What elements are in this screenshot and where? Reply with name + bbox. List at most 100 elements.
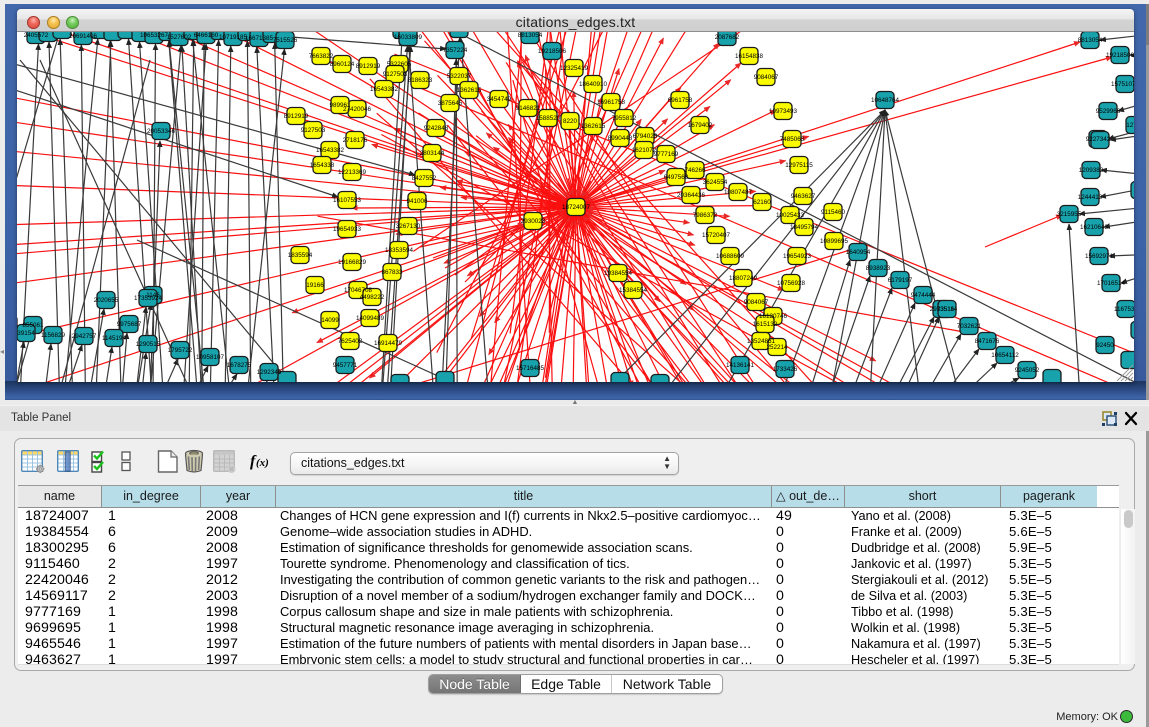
svg-text:20364436: 20364436	[677, 192, 706, 199]
svg-text:16671385: 16671385	[245, 35, 274, 42]
svg-text:92450: 92450	[1096, 342, 1114, 349]
svg-text:10756928: 10756928	[777, 280, 806, 287]
svg-text:1640954: 1640954	[846, 249, 871, 256]
svg-text:14099489: 14099489	[356, 315, 385, 322]
svg-text:8471676: 8471676	[975, 338, 1000, 345]
svg-text:1527602: 1527602	[167, 34, 192, 41]
svg-text:1145194: 1145194	[102, 335, 127, 342]
svg-text:2718176: 2718176	[343, 137, 368, 144]
svg-text:18495794: 18495794	[790, 224, 819, 231]
svg-text:19166829: 19166829	[338, 259, 367, 266]
svg-text:3267130: 3267130	[396, 223, 421, 230]
svg-text:1244413: 1244413	[1078, 194, 1103, 201]
svg-text:8220: 8220	[563, 118, 578, 125]
svg-text:5322037: 5322037	[447, 73, 472, 80]
svg-text:1362615: 1362615	[581, 123, 606, 130]
svg-text:2803144: 2803144	[420, 150, 445, 157]
svg-text:16154838: 16154838	[735, 53, 764, 60]
svg-text:19384554: 19384554	[604, 270, 633, 277]
svg-text:1362615: 1362615	[457, 87, 482, 94]
svg-text:9975687: 9975687	[117, 321, 142, 328]
svg-text:2405572: 2405572	[24, 32, 49, 39]
svg-text:7663822: 7663822	[309, 53, 334, 60]
svg-text:8938923: 8938923	[866, 265, 891, 272]
svg-text:3875645: 3875645	[438, 100, 463, 107]
svg-text:15716485: 15716485	[516, 365, 545, 372]
svg-text:941006: 941006	[406, 198, 428, 205]
svg-text:3215955: 3215955	[1057, 211, 1082, 218]
svg-text:10653267: 10653267	[140, 32, 169, 39]
svg-text:15720407: 15720407	[702, 232, 731, 239]
svg-text:10973493: 10973493	[769, 108, 798, 115]
svg-text:1733426: 1733426	[773, 366, 798, 373]
svg-text:15751074: 15751074	[1111, 81, 1134, 88]
svg-text:9146821: 9146821	[516, 105, 541, 112]
svg-text:1679402: 1679402	[688, 122, 713, 129]
svg-text:8186323: 8186323	[408, 77, 433, 84]
svg-text:10719185: 10719185	[219, 34, 248, 41]
svg-text:8427552: 8427552	[412, 175, 437, 182]
svg-text:19218506: 19218506	[1106, 52, 1134, 59]
svg-text:16914479: 16914479	[374, 340, 403, 347]
svg-text:855061: 855061	[22, 322, 44, 329]
svg-text:746266: 746266	[684, 167, 706, 174]
svg-text:2930023: 2930023	[521, 218, 546, 225]
svg-text:16210643: 16210643	[1080, 224, 1109, 231]
svg-text:8990448: 8990448	[608, 135, 633, 142]
svg-text:9227342: 9227342	[1086, 136, 1111, 143]
svg-text:7515526: 7515526	[273, 37, 298, 44]
svg-text:1167534: 1167534	[1114, 306, 1134, 313]
svg-text:19218506: 19218506	[538, 48, 567, 55]
svg-text:989961: 989961	[329, 102, 351, 109]
svg-text:9474444: 9474444	[911, 292, 936, 299]
svg-text:20053346: 20053346	[147, 128, 176, 135]
svg-text:1795722: 1795722	[168, 347, 193, 354]
svg-text:9115460: 9115460	[821, 209, 846, 216]
svg-text:16107553: 16107553	[333, 197, 362, 204]
svg-text:6794028: 6794028	[633, 133, 658, 140]
svg-text:12325419: 12325419	[560, 65, 589, 72]
svg-text:9245052: 9245052	[1015, 367, 1040, 374]
svg-text:2942757: 2942757	[72, 333, 97, 340]
svg-text:9084067: 9084067	[744, 299, 769, 306]
svg-text:7955812: 7955812	[612, 115, 637, 122]
svg-text:8813054: 8813054	[1078, 37, 1103, 44]
svg-text:7986372: 7986372	[693, 212, 718, 219]
svg-text:252214: 252214	[766, 344, 788, 351]
svg-text:6961758: 6961758	[668, 97, 693, 104]
svg-text:7357224: 7357224	[443, 47, 468, 54]
svg-text:12213369: 12213369	[338, 169, 367, 176]
svg-text:9529966: 9529966	[1096, 108, 1121, 115]
svg-text:16543382: 16543382	[370, 86, 399, 93]
svg-text:9127503: 9127503	[383, 71, 408, 78]
svg-text:8960124: 8960124	[330, 61, 355, 68]
svg-text:6179197: 6179197	[888, 277, 913, 284]
svg-text:20691406: 20691406	[69, 33, 98, 40]
svg-text:735114: 735114	[937, 306, 958, 313]
svg-text:19166: 19166	[306, 282, 324, 289]
svg-text:1588520: 1588520	[536, 115, 561, 122]
svg-text:16961758: 16961758	[597, 99, 626, 106]
svg-text:7625402: 7625402	[338, 338, 363, 345]
svg-text:62160: 62160	[753, 199, 771, 206]
svg-text:4498222: 4498222	[360, 294, 385, 301]
svg-text:6466160: 6466160	[194, 32, 219, 39]
svg-text:1678275: 1678275	[227, 362, 252, 369]
svg-text:1654338: 1654338	[310, 162, 335, 169]
svg-text:16033809: 16033809	[394, 34, 423, 41]
svg-text:1292346: 1292346	[257, 369, 282, 376]
svg-text:8813054: 8813054	[518, 32, 543, 39]
svg-text:7032621: 7032621	[957, 323, 982, 330]
svg-text:1209382: 1209382	[1079, 167, 1104, 174]
svg-text:15692971: 15692971	[1085, 253, 1114, 260]
svg-text:9242848: 9242848	[424, 125, 449, 132]
svg-text:5322605: 5322605	[387, 61, 412, 68]
svg-text:17046708: 17046708	[344, 287, 373, 294]
svg-text:1156829: 1156829	[41, 332, 66, 339]
svg-text:1290515: 1290515	[136, 341, 161, 348]
svg-text:15384554: 15384554	[619, 287, 648, 294]
svg-text:3454749: 3454749	[487, 96, 512, 103]
svg-text:8912919: 8912919	[284, 113, 309, 120]
svg-text:2020655: 2020655	[94, 297, 119, 304]
svg-text:(x): (x)	[256, 457, 269, 469]
